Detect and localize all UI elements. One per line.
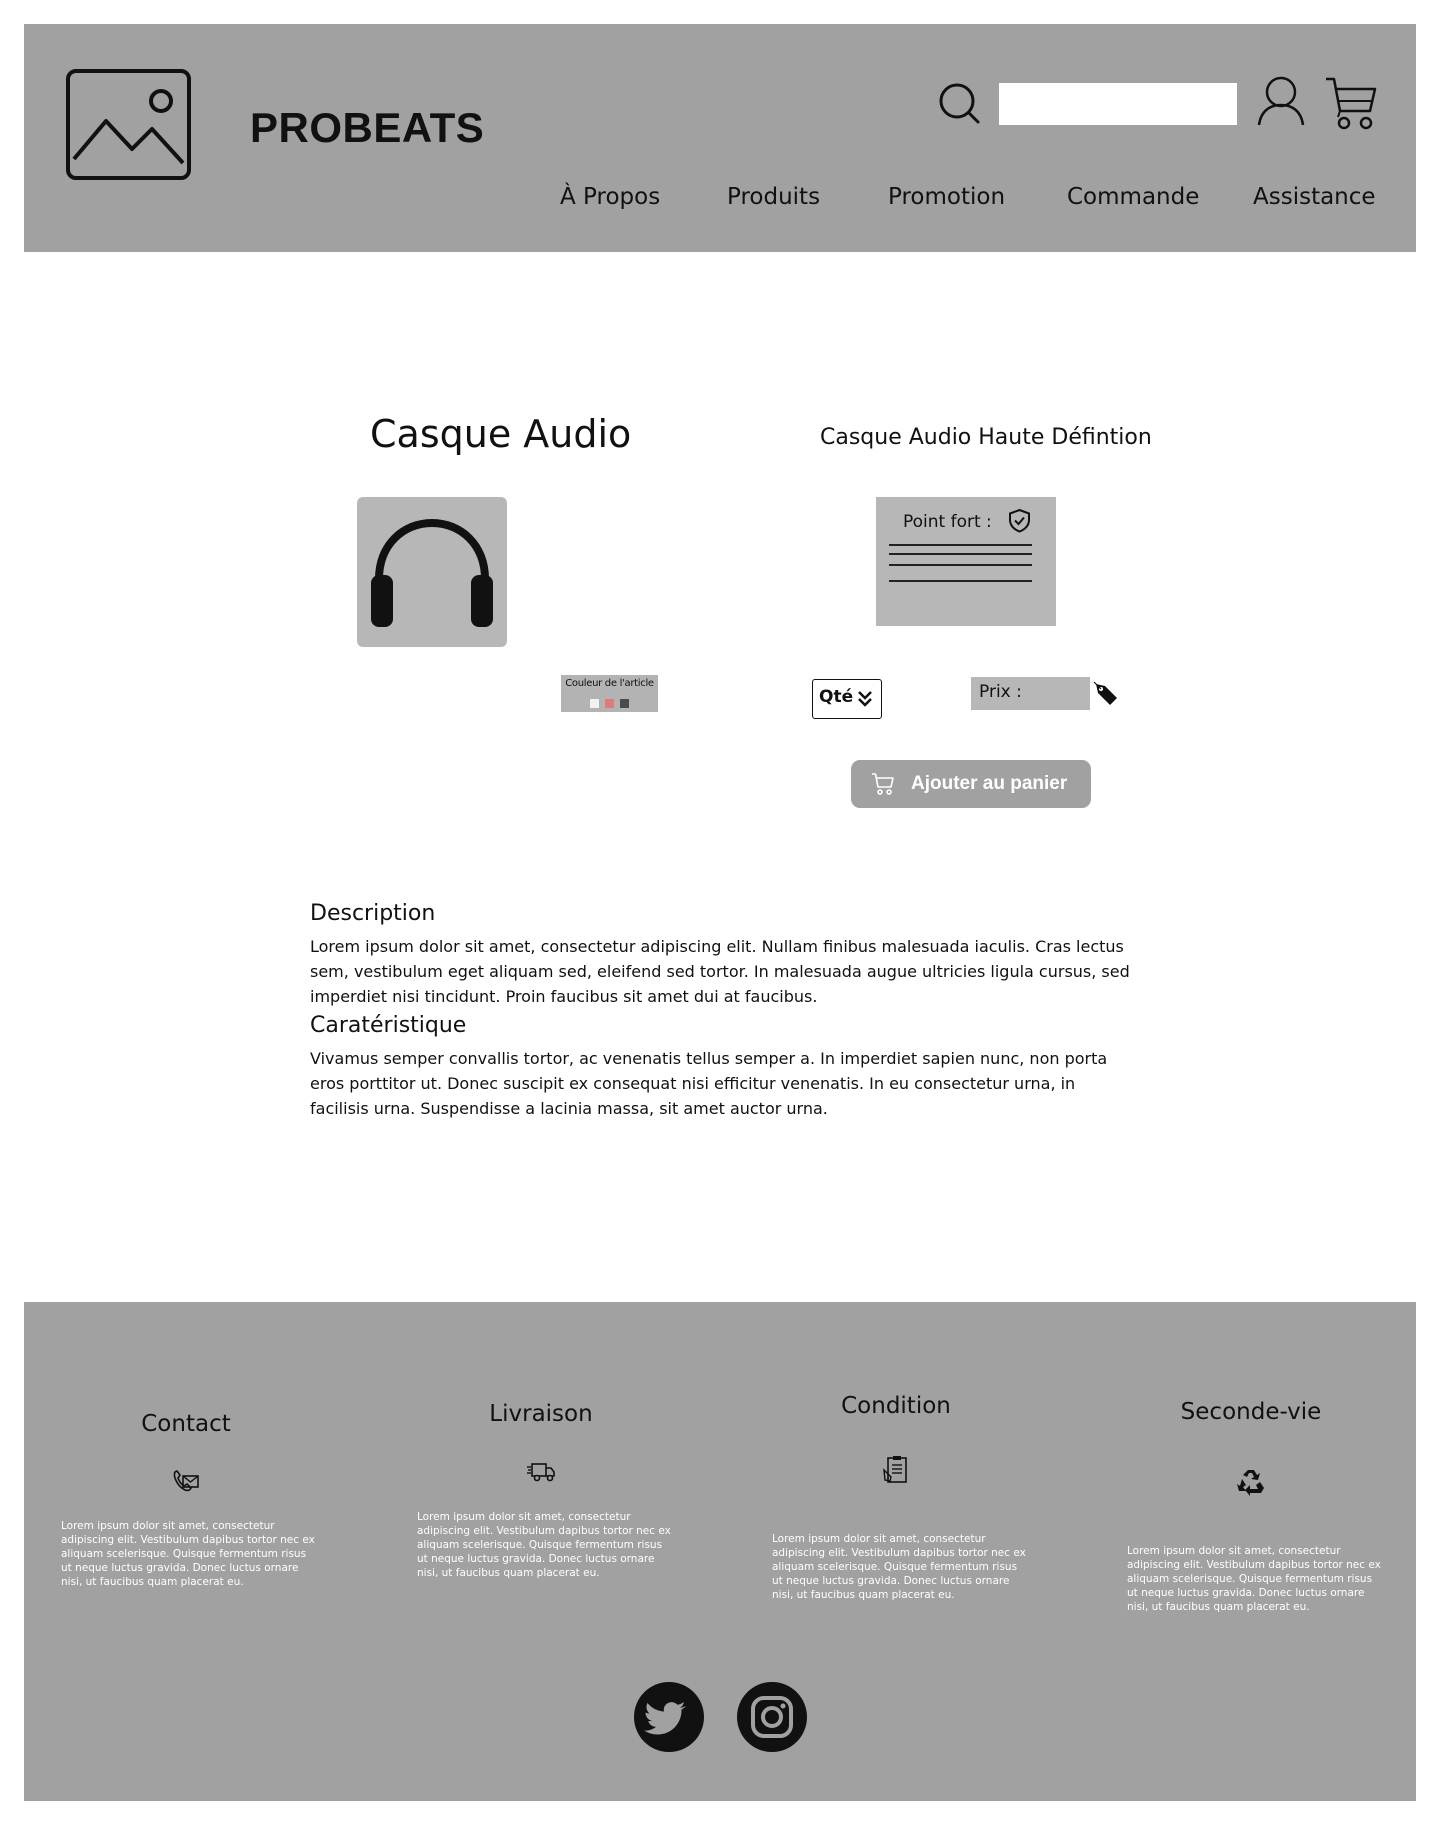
brand-name[interactable]: PROBEATS (250, 104, 484, 152)
nav-promotion[interactable]: Promotion (888, 184, 1005, 210)
search-icon[interactable] (937, 81, 981, 125)
search-input[interactable] (999, 83, 1237, 125)
color-label: Couleur de l'article (565, 678, 654, 689)
highlights-label: Point fort : (903, 512, 992, 532)
shopping-cart-icon[interactable] (1324, 75, 1378, 131)
nav-commande[interactable]: Commande (1067, 184, 1199, 210)
product-subtitle: Casque Audio Haute Défintion (820, 425, 1152, 450)
footer-condition-text: Lorem ipsum dolor sit amet, consectetur … (772, 1533, 1026, 1601)
headphones-icon (371, 518, 493, 627)
contact-mail-phone-icon[interactable] (171, 1466, 201, 1496)
product-title: Casque Audio (370, 412, 632, 456)
site-header: PROBEATS À Propos Produits Promotion Com… (24, 24, 1416, 252)
color-selector: Couleur de l'article (561, 675, 658, 712)
price-label: Prix : (979, 682, 1022, 702)
description-heading: Description (310, 901, 436, 926)
highlights-panel: Point fort : (876, 497, 1056, 626)
quantity-select[interactable]: Qté (812, 679, 882, 719)
recycle-icon[interactable] (1236, 1466, 1266, 1496)
instagram-icon[interactable] (737, 1682, 807, 1752)
footer-contact-text: Lorem ipsum dolor sit amet, consectetur … (61, 1520, 315, 1588)
cart-icon (871, 772, 895, 796)
footer-delivery-text: Lorem ipsum dolor sit amet, consectetur … (417, 1511, 671, 1579)
footer-second-life-text: Lorem ipsum dolor sit amet, consectetur … (1127, 1545, 1381, 1613)
price-field: Prix : (971, 677, 1090, 710)
characteristics-heading: Caratéristique (310, 1013, 467, 1038)
user-account-icon[interactable] (1256, 75, 1306, 127)
add-to-cart-button[interactable]: Ajouter au panier (851, 760, 1091, 808)
highlight-line (889, 553, 1032, 555)
product-image[interactable] (357, 497, 507, 647)
highlight-line (889, 544, 1032, 546)
color-swatch-dark[interactable] (620, 699, 629, 708)
description-text: Lorem ipsum dolor sit amet, consectetur … (310, 937, 1130, 1006)
logo-image-icon[interactable] (66, 69, 191, 180)
delivery-truck-icon[interactable] (526, 1456, 556, 1486)
highlight-line (889, 580, 1032, 582)
price-tag-icon (1093, 681, 1119, 707)
shield-check-icon (1007, 508, 1032, 533)
add-to-cart-label: Ajouter au panier (911, 773, 1068, 794)
twitter-icon[interactable] (634, 1682, 704, 1752)
color-swatch-pink[interactable] (605, 699, 614, 708)
footer-condition-title[interactable]: Condition (746, 1393, 1046, 1419)
double-chevron-down-icon[interactable] (857, 689, 873, 709)
highlight-line (889, 564, 1032, 566)
nav-a-propos[interactable]: À Propos (560, 184, 660, 210)
clipboard-conditions-icon[interactable] (881, 1454, 911, 1484)
nav-produits[interactable]: Produits (727, 184, 820, 210)
footer-second-life-title[interactable]: Seconde-vie (1101, 1399, 1401, 1425)
nav-assistance[interactable]: Assistance (1253, 184, 1376, 210)
quantity-label: Qté (819, 687, 854, 707)
color-swatch-white[interactable] (590, 699, 599, 708)
characteristics-text: Vivamus semper convallis tortor, ac vene… (310, 1049, 1108, 1118)
footer-contact-title[interactable]: Contact (36, 1411, 336, 1437)
footer-delivery-title[interactable]: Livraison (391, 1401, 691, 1427)
